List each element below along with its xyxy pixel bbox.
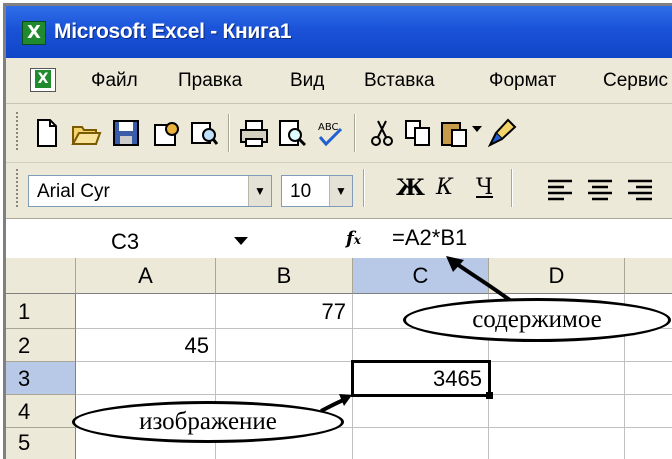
row-header-3[interactable]: 3 [6,362,76,395]
name-box-value: C3 [111,229,140,254]
row-header-1[interactable]: 1 [6,294,76,329]
cut-icon[interactable] [366,117,398,149]
toolbar-separator [363,169,365,207]
workbook-icon[interactable] [30,68,56,92]
cell-a2[interactable]: 45 [76,329,216,362]
display-callout: изображение [72,401,344,443]
new-icon[interactable] [30,117,62,149]
name-box[interactable]: C3 [16,223,256,255]
select-all-corner[interactable] [6,258,76,294]
font-size-value: 10 [290,181,312,202]
cell-b3[interactable] [216,362,353,395]
excel-window: X Microsoft Excel - Книга1 Файл Правка В… [3,3,672,459]
cell-e4[interactable] [625,395,672,428]
cell-d5[interactable] [489,428,625,459]
standard-toolbar: ABC [6,104,672,163]
content-callout: содержимое [403,298,671,342]
spelling-icon[interactable]: ABC [314,117,346,149]
align-center-icon[interactable] [586,177,614,205]
cell-a3[interactable] [76,362,216,395]
bold-button[interactable]: Ж [396,175,425,201]
formula-input[interactable]: =A2*B1 [392,225,467,251]
active-cell-c3[interactable]: 3465 [351,360,491,397]
row-header-5[interactable]: 5 [6,428,76,459]
menu-bar: Файл Правка Вид Вставка Формат Сервис [6,58,672,104]
column-header-a[interactable]: A [76,258,216,294]
open-icon[interactable] [70,117,102,149]
cell-b2[interactable] [216,329,353,362]
menu-file[interactable]: Файл [91,70,138,92]
menu-format[interactable]: Формат [489,70,557,92]
underline-button[interactable]: Ч [476,175,493,200]
print-icon[interactable] [238,117,270,149]
formatting-toolbar: Arial Cyr ▼ 10 ▼ Ж К Ч [6,163,672,217]
cell-c5[interactable] [353,428,489,459]
font-size-combo[interactable]: 10 ▼ [281,175,353,207]
menu-edit[interactable]: Правка [178,70,242,92]
paste-dropdown-icon[interactable] [472,126,482,132]
cell-c4[interactable] [353,395,489,428]
title-bar: X Microsoft Excel - Книга1 [6,6,672,58]
chevron-down-icon[interactable]: ▼ [329,176,352,206]
cell-a1[interactable] [76,294,216,329]
excel-icon[interactable]: X [22,21,46,45]
italic-button[interactable]: К [436,175,453,200]
column-header-d[interactable]: D [489,258,625,294]
permission-icon[interactable] [150,117,182,149]
copy-icon[interactable] [402,117,434,149]
toolbar-grip[interactable] [16,112,22,150]
window-title: Microsoft Excel - Книга1 [54,20,292,43]
column-header-e[interactable] [625,258,672,294]
paste-icon[interactable] [438,117,470,149]
font-name-value: Arial Cyr [37,181,110,202]
row-header-4[interactable]: 4 [6,395,76,428]
save-icon[interactable] [110,117,142,149]
menu-insert[interactable]: Вставка [364,70,435,92]
row-header-2[interactable]: 2 [6,329,76,362]
toolbar-separator [511,169,513,207]
column-header-b[interactable]: B [216,258,353,294]
font-name-combo[interactable]: Arial Cyr ▼ [28,175,272,207]
toolbar-separator [354,114,356,152]
cell-d3[interactable] [489,362,625,395]
cell-e3[interactable] [625,362,672,395]
toolbar-separator [228,114,230,152]
column-header-c[interactable]: C [353,258,489,294]
menu-view[interactable]: Вид [290,70,324,92]
svg-text:ABC: ABC [318,122,339,133]
chevron-down-icon[interactable] [234,237,248,245]
cell-d4[interactable] [489,395,625,428]
print-preview-icon[interactable] [276,117,308,149]
align-left-icon[interactable] [546,177,574,205]
chevron-down-icon[interactable]: ▼ [248,176,271,206]
research-icon[interactable] [188,117,220,149]
insert-function-icon[interactable]: fx [346,228,361,249]
fill-handle[interactable] [486,392,493,399]
align-right-icon[interactable] [626,177,654,205]
cell-b1[interactable]: 77 [216,294,353,329]
format-painter-icon[interactable] [486,117,518,149]
formula-bar: C3 fx =A2*B1 [6,218,672,260]
menu-tools[interactable]: Сервис [603,70,668,92]
toolbar-grip[interactable] [16,169,22,207]
